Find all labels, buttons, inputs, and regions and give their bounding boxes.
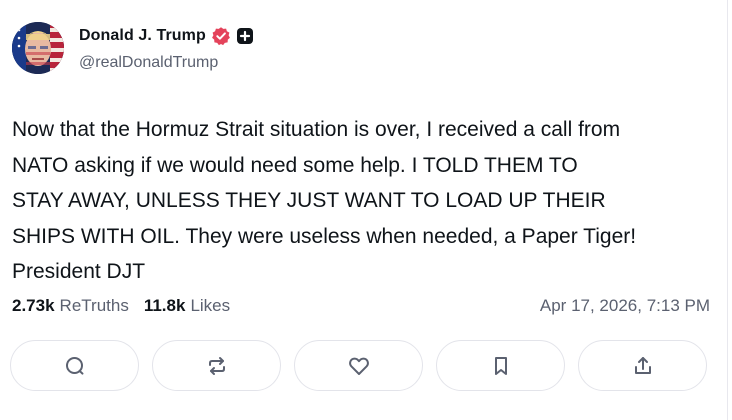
comment-icon <box>65 356 83 375</box>
like-button[interactable] <box>294 340 423 391</box>
author-handle[interactable]: @realDonaldTrump <box>79 54 218 72</box>
truth-post: Donald J. Trump @realDonaldTrump Now tha… <box>0 0 732 420</box>
verified-badge-icon <box>211 26 231 46</box>
author-display-name[interactable]: Donald J. Trump <box>79 27 206 45</box>
likes-label[interactable]: Likes <box>190 296 230 316</box>
avatar[interactable] <box>12 22 64 74</box>
retruths-label[interactable]: ReTruths <box>60 296 129 316</box>
post-timestamp[interactable]: Apr 17, 2026, 7:13 PM <box>540 295 710 317</box>
post-stats: 2.73k ReTruths 11.8k Likes <box>12 295 230 317</box>
plus-badge-icon <box>236 27 254 45</box>
retruths-count[interactable]: 2.73k <box>12 296 55 316</box>
likes-count[interactable]: 11.8k <box>144 296 186 316</box>
bookmark-button[interactable] <box>436 340 565 391</box>
repost-icon <box>208 356 225 375</box>
heart-icon <box>348 357 369 375</box>
bookmark-icon <box>494 356 507 375</box>
divider <box>727 0 728 420</box>
share-icon <box>634 356 651 374</box>
action-bar <box>10 340 707 391</box>
post-body-text: Now that the Hormuz Strait situation is … <box>12 118 637 283</box>
share-button[interactable] <box>578 340 707 391</box>
reply-button[interactable] <box>10 340 139 391</box>
author-name-row: Donald J. Trump <box>79 25 254 47</box>
avatar-image <box>12 22 64 74</box>
retruth-button[interactable] <box>152 340 281 391</box>
